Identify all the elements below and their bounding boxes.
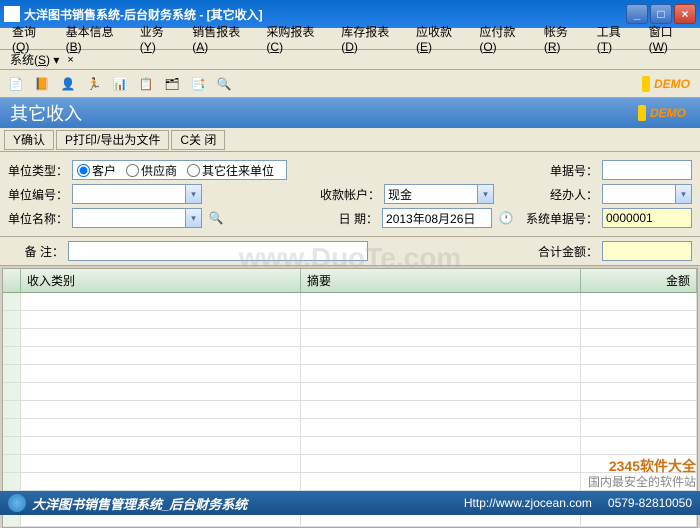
candle-icon <box>642 76 650 92</box>
remark-label: 备 注： <box>8 243 64 260</box>
menu-receivable[interactable]: 应收款(E) <box>408 21 471 56</box>
search-icon[interactable]: 🔍 <box>206 208 226 228</box>
menu-tools[interactable]: 工具(T) <box>589 21 641 56</box>
grid-col-category[interactable]: 收入类别 <box>21 269 301 292</box>
operator-combo[interactable] <box>602 184 692 204</box>
bill-no-label: 单据号： <box>542 162 598 179</box>
unit-type-radio-group: 客户 供应商 其它往来单位 <box>72 160 287 180</box>
tool-icon-9[interactable]: 🔍 <box>214 74 234 94</box>
grid-header: 收入类别 摘要 金额 <box>3 269 697 293</box>
print-export-button[interactable]: P打印/导出为文件 <box>56 130 169 150</box>
tool-icon-3[interactable]: 👤 <box>58 74 78 94</box>
tool-icon-2[interactable]: 📙 <box>32 74 52 94</box>
status-phone: 0579-82810050 <box>608 496 692 510</box>
menu-payable[interactable]: 应付款(O) <box>471 21 536 56</box>
menu-business[interactable]: 业务(Y) <box>132 21 184 56</box>
menu-accounting[interactable]: 帐务(R) <box>536 21 589 56</box>
tool-icon-8[interactable]: 📑 <box>188 74 208 94</box>
table-row[interactable] <box>3 311 697 329</box>
unit-name-label: 单位名称： <box>8 210 68 227</box>
menu-sales-report[interactable]: 销售报表(A) <box>184 21 258 56</box>
menu-window[interactable]: 窗口(W) <box>641 21 696 56</box>
total-label: 合计金额： <box>528 243 598 260</box>
statusbar: 大洋图书销售管理系统_后台财务系统 Http://www.zjocean.com… <box>0 491 700 515</box>
date-input[interactable] <box>382 208 492 228</box>
account-combo[interactable]: 现金 <box>384 184 494 204</box>
action-bar: Y确认 P打印/导出为文件 C关 闭 <box>0 128 700 152</box>
tool-icon-6[interactable]: 📋 <box>136 74 156 94</box>
window-title: 大洋图书销售系统-后台财务系统 - [其它收入] <box>24 6 626 23</box>
mdi-close-icon[interactable]: × <box>67 54 73 66</box>
table-row[interactable] <box>3 347 697 365</box>
menu-stock-report[interactable]: 库存报表(D) <box>333 21 408 56</box>
status-url: Http://www.zjocean.com <box>464 496 592 510</box>
unit-type-label: 单位类型： <box>8 162 68 179</box>
page-title-bar: 其它收入 DEMO <box>0 98 700 128</box>
unit-code-label: 单位编号： <box>8 186 68 203</box>
date-label: 日 期： <box>322 210 378 227</box>
table-row[interactable] <box>3 437 697 455</box>
form-area: 单位类型： 客户 供应商 其它往来单位 单据号： 单位编号： 收款帐户： 现金 … <box>0 152 700 237</box>
bill-no-input[interactable] <box>602 160 692 180</box>
operator-label: 经办人： <box>542 186 598 203</box>
grid-col-amount[interactable]: 金额 <box>581 269 697 292</box>
close-page-button[interactable]: C关 闭 <box>171 130 225 150</box>
total-input[interactable] <box>602 241 692 261</box>
sys-bill-label: 系统单据号： <box>526 210 598 227</box>
site-logo: 2345软件大全 国内最安全的软件站 <box>588 458 696 489</box>
radio-customer[interactable]: 客户 <box>77 162 116 179</box>
unit-code-combo[interactable] <box>72 184 202 204</box>
table-row[interactable] <box>3 365 697 383</box>
dropdown-icon[interactable] <box>477 185 493 203</box>
table-row[interactable] <box>3 293 697 311</box>
globe-icon <box>8 494 26 512</box>
status-text: 大洋图书销售管理系统_后台财务系统 <box>32 494 247 513</box>
remark-row: 备 注： 合计金额： <box>0 237 700 266</box>
page-title: 其它收入 <box>10 100 82 126</box>
table-row[interactable] <box>3 401 697 419</box>
table-row[interactable] <box>3 383 697 401</box>
clock-icon[interactable]: 🕐 <box>496 208 516 228</box>
radio-other[interactable]: 其它往来单位 <box>187 162 274 179</box>
dropdown-icon[interactable] <box>675 185 691 203</box>
menu-purchase-report[interactable]: 采购报表(C) <box>258 21 333 56</box>
candle-icon <box>638 105 646 121</box>
tool-icon-4[interactable]: 🏃 <box>84 74 104 94</box>
dropdown-icon[interactable] <box>185 185 201 203</box>
account-label: 收款帐户： <box>320 186 380 203</box>
grid-col-summary[interactable]: 摘要 <box>301 269 581 292</box>
menubar: 查询(Q) 基本信息(B) 业务(Y) 销售报表(A) 采购报表(C) 库存报表… <box>0 28 700 50</box>
menu-basic[interactable]: 基本信息(B) <box>58 21 132 56</box>
remark-input[interactable] <box>68 241 368 261</box>
table-row[interactable] <box>3 329 697 347</box>
radio-supplier[interactable]: 供应商 <box>126 162 177 179</box>
status-right: Http://www.zjocean.com 0579-82810050 <box>464 496 692 510</box>
tool-icon-1[interactable]: 📄 <box>6 74 26 94</box>
demo-badge-toolbar: DEMO <box>642 76 690 92</box>
tool-icon-7[interactable]: 🗂 <box>162 74 182 94</box>
tool-icon-5[interactable]: 📊 <box>110 74 130 94</box>
data-grid[interactable]: 收入类别 摘要 金额 <box>2 268 698 528</box>
dropdown-icon[interactable] <box>185 209 201 227</box>
unit-name-combo[interactable] <box>72 208 202 228</box>
toolbar: 📄 📙 👤 🏃 📊 📋 🗂 📑 🔍 DEMO <box>0 70 700 98</box>
menu-system[interactable]: 系统(S) ▾ <box>4 49 65 70</box>
app-icon <box>4 6 20 22</box>
confirm-button[interactable]: Y确认 <box>4 130 54 150</box>
grid-col-marker[interactable] <box>3 269 21 292</box>
sys-bill-input[interactable] <box>602 208 692 228</box>
table-row[interactable] <box>3 419 697 437</box>
demo-badge-subtitle: DEMO <box>638 105 686 121</box>
